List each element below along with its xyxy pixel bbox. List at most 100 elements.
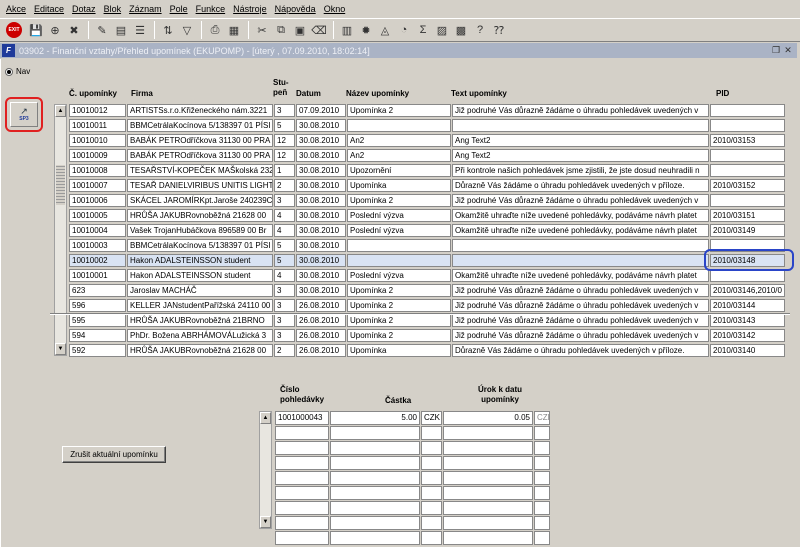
cell-pid[interactable]: 2010/03152: [710, 179, 785, 192]
cell-datum[interactable]: 30.08.2010: [296, 284, 346, 297]
menu-item[interactable]: Okno: [320, 4, 350, 14]
cell-text[interactable]: Již podruhé Vás důrazně žádáme o úhradu …: [452, 329, 709, 342]
paste-icon[interactable]: ▣: [291, 21, 309, 39]
cancel-current-button[interactable]: Zrušit aktuální upomínku: [62, 446, 166, 463]
cell-pid[interactable]: 2010/03146,2010/0: [710, 284, 785, 297]
detail-cell-mena[interactable]: [421, 426, 442, 440]
cell-datum[interactable]: 30.08.2010: [296, 194, 346, 207]
detail-cell-cislo[interactable]: [275, 516, 329, 530]
cell-cislo[interactable]: 595: [69, 314, 126, 327]
cell-text[interactable]: Při kontrole našich pohledávek jsme zjis…: [452, 164, 709, 177]
table-row[interactable]: 623 Jaroslav MACHÁČ 3 30.08.2010 Upomínka 2J…: [69, 284, 789, 298]
cell-stupen[interactable]: 12: [274, 134, 295, 147]
cell-datum[interactable]: 07.09.2010: [296, 104, 346, 117]
detail-row[interactable]: 10010000435.00CZK0.05CZK: [275, 411, 550, 426]
chart-icon[interactable]: ◔: [395, 21, 413, 39]
cell-text[interactable]: Již podruhé Vás důrazně žádáme o úhradu …: [452, 284, 709, 297]
cell-pid[interactable]: 2010/03151: [710, 209, 785, 222]
detail-row[interactable]: [275, 516, 550, 531]
detail-cell-mena2[interactable]: [534, 516, 550, 530]
cell-nazev[interactable]: Upozornění: [347, 164, 451, 177]
cell-pid[interactable]: [710, 119, 785, 132]
table-row[interactable]: 10010006 SKÁCEL JAROMÍRKpt.Jaroše 240239C…: [69, 194, 789, 208]
detail-cell-cislo[interactable]: [275, 441, 329, 455]
table-row[interactable]: 595 HRŮŠA JAKUBRovnoběžná 21BRNO 3 26.08.20…: [69, 314, 789, 328]
cell-cislo[interactable]: 10010007: [69, 179, 126, 192]
detail-cell-mena[interactable]: [421, 516, 442, 530]
clear-icon[interactable]: ⌫: [310, 21, 328, 39]
cell-nazev[interactable]: Poslední výzva: [347, 224, 451, 237]
detail-cell-urok[interactable]: [443, 501, 533, 515]
cell-datum[interactable]: 30.08.2010: [296, 224, 346, 237]
cell-cislo[interactable]: 10010004: [69, 224, 126, 237]
detail-scrollbar[interactable]: ▲ ▼: [259, 411, 272, 529]
menu-item[interactable]: Nástroje: [229, 4, 271, 14]
close-icon[interactable]: ✕: [782, 44, 794, 56]
detail-cell-castka[interactable]: 5.00: [330, 411, 420, 425]
cell-stupen[interactable]: 5: [274, 239, 295, 252]
cell-stupen[interactable]: 4: [274, 224, 295, 237]
cell-cislo[interactable]: 592: [69, 344, 126, 357]
detail-row[interactable]: [275, 456, 550, 471]
scroll-down-icon[interactable]: ▼: [260, 516, 271, 528]
filter-icon[interactable]: ▽: [178, 21, 196, 39]
table-row[interactable]: 10010007 TESAŘ DANIELVIRIBUS UNITIS LIGHT…: [69, 179, 789, 193]
detail-cell-urok[interactable]: [443, 456, 533, 470]
scroll-up-icon[interactable]: ▲: [260, 412, 271, 424]
table-row[interactable]: 10010011 BBMCetrálaKocínova 5/138397 01 P…: [69, 119, 789, 133]
cell-pid[interactable]: [710, 149, 785, 162]
detail-row[interactable]: [275, 471, 550, 486]
delete-record-icon[interactable]: ✖: [65, 21, 83, 39]
cell-nazev[interactable]: An2: [347, 134, 451, 147]
cell-stupen[interactable]: 3: [274, 314, 295, 327]
table-row[interactable]: 10010008 TESAŘSTVÍ-KOPEČEK MAŠkolská 232 1…: [69, 164, 789, 178]
cell-nazev[interactable]: Upomínka 2: [347, 314, 451, 327]
cell-text[interactable]: Okamžitě uhraďte níže uvedené pohledávky…: [452, 224, 709, 237]
detail-cell-urok[interactable]: [443, 441, 533, 455]
menu-item[interactable]: Nápověda: [271, 4, 320, 14]
nav-radio[interactable]: Nav: [5, 67, 30, 76]
sp3-button[interactable]: ↗ SP3: [10, 102, 38, 127]
cell-nazev[interactable]: An2: [347, 149, 451, 162]
detail-cell-castka[interactable]: [330, 486, 420, 500]
cell-text[interactable]: Důrazně Vás žádáme o úhradu pohledávek u…: [452, 179, 709, 192]
sum-icon[interactable]: Σ: [414, 21, 432, 39]
cell-cislo[interactable]: 594: [69, 329, 126, 342]
cell-pid[interactable]: 2010/03153: [710, 134, 785, 147]
cell-datum[interactable]: 30.08.2010: [296, 119, 346, 132]
cell-nazev[interactable]: Upomínka 2: [347, 299, 451, 312]
cell-cislo[interactable]: 10010011: [69, 119, 126, 132]
cell-stupen[interactable]: 5: [274, 254, 295, 267]
detail-cell-urok[interactable]: [443, 531, 533, 545]
detail-cell-urok[interactable]: [443, 486, 533, 500]
cell-datum[interactable]: 30.08.2010: [296, 269, 346, 282]
detail-cell-mena2[interactable]: [534, 441, 550, 455]
cell-nazev[interactable]: Upomínka 2: [347, 194, 451, 207]
cut-icon[interactable]: ✂: [253, 21, 271, 39]
cell-firma[interactable]: ARTISTSs.r.o.Křiženeckého nám.3221: [127, 104, 273, 117]
menu-item[interactable]: Dotaz: [68, 4, 100, 14]
cell-pid[interactable]: [710, 194, 785, 207]
detail-cell-cislo[interactable]: [275, 486, 329, 500]
folder-icon[interactable]: ▤: [112, 21, 130, 39]
table-row[interactable]: 10010004 Vašek TrojanHubáčkova 896589 00 …: [69, 224, 789, 238]
cell-stupen[interactable]: 2: [274, 179, 295, 192]
cell-firma[interactable]: BBMCetrálaKocínova 5/138397 01 PÍSI: [127, 239, 273, 252]
detail-cell-cislo[interactable]: [275, 426, 329, 440]
cell-datum[interactable]: 30.08.2010: [296, 254, 346, 267]
detail-row[interactable]: [275, 501, 550, 516]
table-row[interactable]: 10010010 BABÁK PETROdříčkova 31130 00 PRA…: [69, 134, 789, 148]
cell-nazev[interactable]: Upomínka: [347, 344, 451, 357]
menu-item[interactable]: Pole: [166, 4, 192, 14]
cell-firma[interactable]: Jaroslav MACHÁČ: [127, 284, 273, 297]
detail-cell-mena2[interactable]: [534, 486, 550, 500]
cell-text[interactable]: Již podruhé Vás důrazně žádáme o úhradu …: [452, 299, 709, 312]
cell-pid[interactable]: 2010/03149: [710, 224, 785, 237]
cell-stupen[interactable]: 3: [274, 329, 295, 342]
cell-datum[interactable]: 30.08.2010: [296, 164, 346, 177]
cell-stupen[interactable]: 12: [274, 149, 295, 162]
detail-cell-cislo[interactable]: [275, 471, 329, 485]
table-row[interactable]: 10010001 Hakon ADALSTEINSSON student 4 30.0…: [69, 269, 789, 283]
exit-button[interactable]: EXIT: [6, 22, 22, 38]
master-scrollbar[interactable]: ▲ ▼: [54, 104, 67, 356]
